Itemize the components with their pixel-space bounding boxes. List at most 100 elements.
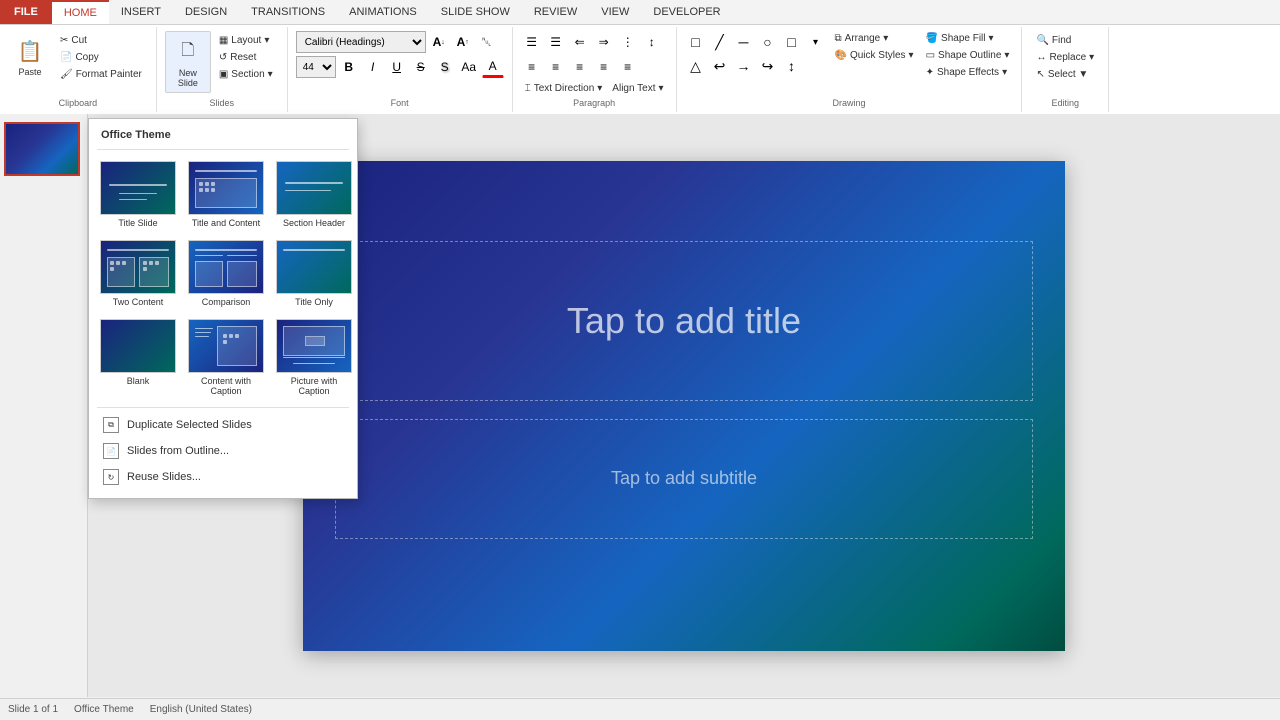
tab-animations[interactable]: ANIMATIONS: [337, 0, 429, 24]
new-slide-button[interactable]: 🗋 New Slide: [165, 31, 211, 93]
clear-format-button[interactable]: ␀: [476, 31, 498, 53]
tab-developer[interactable]: DEVELOPER: [641, 0, 732, 24]
slide-canvas[interactable]: Tap to add title Tap to add subtitle: [303, 161, 1065, 651]
shape-effects-icon: ✦: [926, 67, 934, 78]
font-size-select[interactable]: 44: [296, 56, 336, 78]
paragraph-row2: ≡ ≡ ≡ ≡ ≡: [521, 56, 668, 78]
layout-item-two-content[interactable]: Two Content: [97, 237, 179, 310]
tab-transitions[interactable]: TRANSITIONS: [239, 0, 337, 24]
tab-home[interactable]: HOME: [52, 0, 109, 24]
arrow-shape[interactable]: →: [733, 55, 755, 77]
layout-item-comparison[interactable]: Comparison: [185, 237, 267, 310]
curved-arrow[interactable]: ↩: [709, 55, 731, 77]
font-color-button[interactable]: A: [482, 56, 504, 78]
slide-title-box[interactable]: Tap to add title: [335, 241, 1033, 401]
text-direction-button[interactable]: ⌶ Text Direction ▾: [521, 81, 607, 96]
paste-button[interactable]: 📋 Paste: [8, 31, 52, 81]
bent-arrow[interactable]: ↪: [757, 55, 779, 77]
triangle-shape[interactable]: △: [685, 55, 707, 77]
decrease-font-button[interactable]: A↓: [428, 31, 450, 53]
layout-item-title-slide[interactable]: Title Slide: [97, 158, 179, 231]
layout-icon: ▦: [219, 35, 228, 46]
tab-review[interactable]: REVIEW: [522, 0, 589, 24]
more-shapes[interactable]: ▾: [805, 31, 827, 53]
shape-effects-button[interactable]: ✦ Shape Effects ▾: [922, 65, 1014, 80]
paragraph-row1: ☰ ☰ ⇐ ⇒ ⋮ ↕: [521, 31, 668, 53]
layout-item-section-header[interactable]: Section Header: [273, 158, 355, 231]
format-painter-button[interactable]: 🖌 Format Painter: [56, 67, 146, 82]
strikethrough-button[interactable]: S: [410, 56, 432, 78]
double-arrow[interactable]: ↕: [781, 55, 803, 77]
layout-item-picture-caption[interactable]: Picture with Caption: [273, 316, 355, 399]
layout-button[interactable]: ▦ Layout ▾: [215, 33, 277, 48]
align-left-button[interactable]: ≡: [521, 56, 543, 78]
reset-button[interactable]: ↺ Reset: [215, 50, 277, 65]
align-center-button[interactable]: ≡: [545, 56, 567, 78]
find-icon: 🔍: [1036, 35, 1048, 46]
arrange-icon: ⧉: [835, 33, 842, 44]
arrange-quickstyles: ⧉ Arrange ▾ 🎨 Quick Styles ▾: [831, 31, 918, 63]
tab-insert[interactable]: INSERT: [109, 0, 173, 24]
layout-label-content-caption: Content with Caption: [188, 376, 264, 396]
arrange-button[interactable]: ⧉ Arrange ▾: [831, 31, 918, 46]
shape-tools: □ ╱ ─ ○ □ ▾ △ ↩ → ↪ ↕: [685, 31, 827, 77]
cut-button[interactable]: ✂ Cut: [56, 33, 146, 48]
font-family-select[interactable]: Calibri (Headings): [296, 31, 426, 53]
numbering-button[interactable]: ☰: [545, 31, 567, 53]
arrow-line[interactable]: ─: [733, 31, 755, 53]
find-button[interactable]: 🔍 Find: [1032, 33, 1098, 48]
layout-thumb-title-content: [188, 161, 264, 215]
bullets-button[interactable]: ☰: [521, 31, 543, 53]
text-direction-icon: ⌶: [525, 83, 531, 94]
shape-fill-icon: 🪣: [926, 33, 938, 44]
quick-styles-icon: 🎨: [835, 50, 847, 61]
shape-properties: 🪣 Shape Fill ▾ ▭ Shape Outline ▾ ✦ Shape…: [922, 31, 1014, 80]
quick-styles-button[interactable]: 🎨 Quick Styles ▾: [831, 48, 918, 63]
tab-slideshow[interactable]: SLIDE SHOW: [429, 0, 522, 24]
copy-button[interactable]: 📄 Copy: [56, 50, 146, 65]
columns-button[interactable]: ⋮: [617, 31, 639, 53]
rectangle-shape[interactable]: □: [685, 31, 707, 53]
decrease-indent-button[interactable]: ⇐: [569, 31, 591, 53]
editing-group: 🔍 Find ↔ Replace ▾ ↖ Select ▼ Editing: [1022, 27, 1109, 112]
select-button[interactable]: ↖ Select ▼: [1032, 67, 1098, 82]
slides-from-outline-item[interactable]: 📄 Slides from Outline...: [97, 438, 349, 464]
line-spacing-button[interactable]: ↕: [641, 31, 663, 53]
italic-button[interactable]: I: [362, 56, 384, 78]
increase-font-button[interactable]: A↑: [452, 31, 474, 53]
layout-item-title-only[interactable]: Title Only: [273, 237, 355, 310]
bold-button[interactable]: B: [338, 56, 360, 78]
slide-thumb-container-1: 1: [4, 122, 83, 176]
align-right-button[interactable]: ≡: [569, 56, 591, 78]
duplicate-icon: ⧉: [103, 417, 119, 433]
layout-item-content-caption[interactable]: Content with Caption: [185, 316, 267, 399]
shape-fill-button[interactable]: 🪣 Shape Fill ▾: [922, 31, 1014, 46]
reuse-slides-item[interactable]: ↻ Reuse Slides...: [97, 464, 349, 490]
tab-design[interactable]: DESIGN: [173, 0, 239, 24]
tab-view[interactable]: VIEW: [589, 0, 641, 24]
justify-button[interactable]: ≡: [593, 56, 615, 78]
shape-outline-button[interactable]: ▭ Shape Outline ▾: [922, 48, 1014, 63]
panel-header: Office Theme: [97, 127, 349, 150]
slide-thumbnail-1[interactable]: [4, 122, 80, 176]
align-text-button[interactable]: Align Text ▾: [608, 81, 667, 96]
distribute-button[interactable]: ≡: [617, 56, 639, 78]
section-button[interactable]: ▣ Section ▾: [215, 67, 277, 82]
increase-indent-button[interactable]: ⇒: [593, 31, 615, 53]
clipboard-small-buttons: ✂ Cut 📄 Copy 🖌 Format Painter: [54, 31, 148, 84]
underline-button[interactable]: U: [386, 56, 408, 78]
slides-group: 🗋 New Slide ▦ Layout ▾ ↺ Reset ▣ Section…: [157, 27, 288, 112]
slide-subtitle-box[interactable]: Tap to add subtitle: [335, 419, 1033, 539]
slide-panel: 1: [0, 114, 88, 697]
layout-item-title-content[interactable]: Title and Content: [185, 158, 267, 231]
layout-thumb-comparison: [188, 240, 264, 294]
font-case-button[interactable]: Aa: [458, 56, 480, 78]
oval-shape[interactable]: ○: [757, 31, 779, 53]
text-box[interactable]: □: [781, 31, 803, 53]
duplicate-slides-item[interactable]: ⧉ Duplicate Selected Slides: [97, 412, 349, 438]
line-shape[interactable]: ╱: [709, 31, 731, 53]
replace-button[interactable]: ↔ Replace ▾: [1032, 50, 1098, 65]
tab-file[interactable]: FILE: [0, 0, 52, 24]
layout-item-blank[interactable]: Blank: [97, 316, 179, 399]
shadow-button[interactable]: S: [434, 56, 456, 78]
